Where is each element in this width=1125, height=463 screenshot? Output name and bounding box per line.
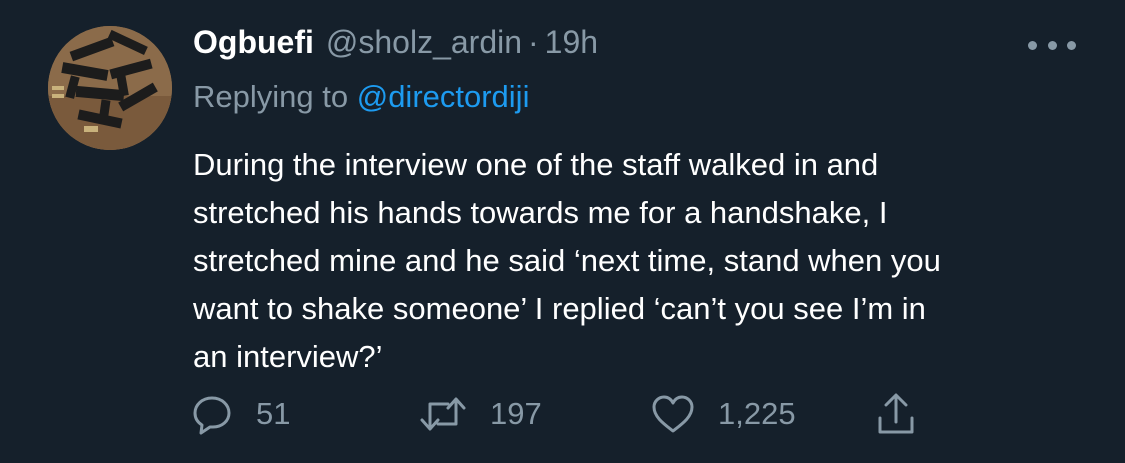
reply-button[interactable]: 51 (190, 386, 290, 442)
replying-to: Replying to @directordiji (193, 79, 529, 115)
author-handle[interactable]: @sholz_ardin (326, 24, 522, 61)
more-horizontal-icon (1067, 40, 1076, 50)
like-count: 1,225 (718, 396, 796, 431)
separator: · (528, 24, 539, 60)
replying-prefix: Replying to (193, 79, 349, 114)
tweet-text: During the interview one of the staff wa… (193, 141, 1093, 381)
more-horizontal-icon (1028, 40, 1037, 50)
more-horizontal-icon (1047, 40, 1057, 50)
tweet-text-line: During the interview one of the staff wa… (193, 147, 879, 182)
share-button[interactable] (874, 386, 918, 442)
timestamp[interactable]: 19h (545, 24, 598, 61)
tweet-text-line: stretched his hands towards me for a han… (193, 195, 888, 230)
reply-count: 51 (256, 396, 291, 431)
tweet: Ogbuefi @sholz_ardin · 19h Replying to @… (0, 0, 1125, 463)
reply-icon (193, 396, 231, 435)
avatar-image (48, 26, 172, 150)
avatar[interactable] (48, 26, 172, 150)
like-button[interactable]: 1,225 (650, 386, 796, 442)
retweet-count: 197 (490, 396, 542, 431)
retweet-icon (420, 397, 466, 431)
replying-to-mention[interactable]: @directordiji (357, 79, 530, 114)
tweet-text-line: an interview?’ (193, 339, 383, 374)
tweet-text-line: want to shake someone’ I replied ‘can’t … (193, 291, 926, 326)
tweet-actions: 51 197 1,225 (0, 386, 1125, 442)
author-name[interactable]: Ogbuefi (193, 24, 314, 61)
heart-icon (652, 395, 694, 433)
share-icon (878, 393, 914, 434)
retweet-button[interactable]: 197 (418, 386, 542, 442)
tweet-text-line: stretched mine and he said ‘next time, s… (193, 243, 941, 278)
tweet-header: Ogbuefi @sholz_ardin · 19h (193, 24, 598, 66)
more-options-button[interactable] (1028, 30, 1076, 60)
